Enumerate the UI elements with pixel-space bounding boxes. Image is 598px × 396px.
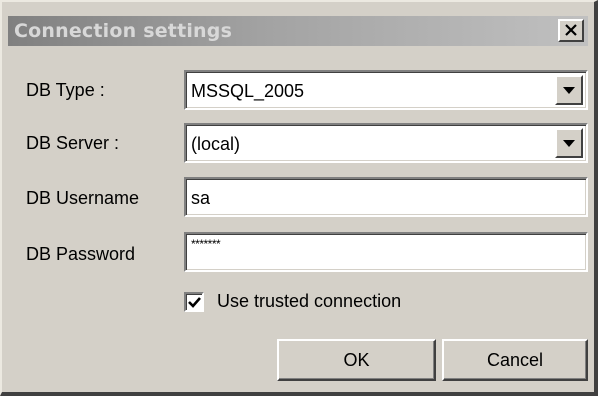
db-server-value: (local) bbox=[191, 134, 241, 154]
checkmark-icon bbox=[187, 296, 201, 308]
db-password-input[interactable]: ******* bbox=[184, 232, 588, 272]
window-title: Connection settings bbox=[14, 20, 233, 42]
dropdown-arrow-icon bbox=[563, 139, 575, 147]
db-username-input[interactable]: sa bbox=[184, 177, 588, 217]
db-server-select[interactable]: (local) bbox=[184, 123, 588, 163]
db-password-label: DB Password bbox=[26, 244, 136, 264]
trusted-connection-label[interactable]: Use trusted connection bbox=[217, 291, 401, 312]
close-button[interactable] bbox=[558, 19, 584, 42]
db-password-value: ******* bbox=[191, 237, 221, 251]
title-bar[interactable]: Connection settings bbox=[8, 16, 588, 46]
ok-button[interactable]: OK bbox=[277, 339, 436, 381]
db-type-value: MSSQL_2005 bbox=[191, 81, 305, 101]
db-username-value: sa bbox=[191, 188, 211, 208]
close-x-icon bbox=[565, 24, 577, 36]
db-server-dropdown-button[interactable] bbox=[555, 128, 583, 158]
db-server-label: DB Server : bbox=[26, 133, 120, 153]
db-type-dropdown-button[interactable] bbox=[555, 75, 583, 105]
db-type-label: DB Type : bbox=[26, 80, 105, 100]
cancel-button[interactable]: Cancel bbox=[442, 339, 588, 381]
db-type-select[interactable]: MSSQL_2005 bbox=[184, 70, 588, 110]
db-username-label: DB Username bbox=[26, 188, 140, 208]
trusted-connection-checkbox[interactable] bbox=[184, 292, 204, 312]
connection-settings-dialog: Connection settings DB Type : MSSQL_2005… bbox=[0, 0, 598, 396]
dropdown-arrow-icon bbox=[563, 86, 575, 94]
